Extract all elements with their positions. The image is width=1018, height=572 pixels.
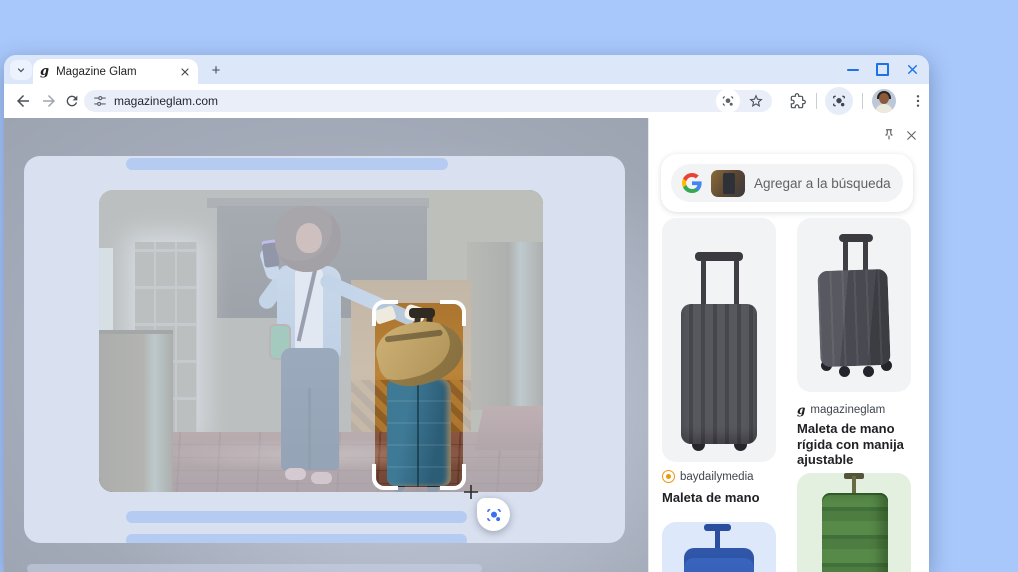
extensions-icon[interactable] bbox=[790, 93, 806, 109]
new-tab-button[interactable]: + bbox=[207, 61, 225, 79]
suitcase-pole bbox=[734, 260, 739, 310]
result-image-suitcase-front[interactable] bbox=[662, 218, 776, 462]
chevron-down-icon bbox=[17, 68, 25, 73]
kebab-menu-icon[interactable] bbox=[910, 93, 926, 109]
lens-search-card: Agregar a la búsqueda bbox=[661, 154, 913, 212]
result-source[interactable]: baydailymedia bbox=[662, 470, 754, 483]
magazine-photo[interactable] bbox=[99, 190, 543, 492]
selected-region-thumbnail bbox=[711, 169, 745, 197]
page-viewport bbox=[4, 118, 648, 572]
browser-toolbar: magazineglam.com bbox=[4, 84, 929, 118]
window-close-button[interactable] bbox=[906, 63, 919, 76]
tab-strip: g Magazine Glam + bbox=[4, 55, 929, 84]
suitcase-handle bbox=[839, 234, 873, 242]
tab-search-button[interactable] bbox=[10, 60, 32, 80]
suitcase-body bbox=[681, 304, 757, 444]
close-panel-button[interactable] bbox=[901, 125, 921, 145]
selection-corner-bracket[interactable] bbox=[372, 464, 398, 490]
woman-pants bbox=[281, 348, 339, 470]
tab-favicon-icon: g bbox=[40, 64, 50, 79]
search-placeholder: Agregar a la búsqueda bbox=[754, 175, 891, 191]
woman-shoe bbox=[285, 468, 306, 480]
profile-avatar[interactable] bbox=[872, 89, 896, 113]
suitcase-body bbox=[684, 548, 754, 572]
suitcase-pole bbox=[715, 530, 720, 550]
close-icon bbox=[906, 130, 916, 140]
result-source[interactable]: g magazineglam bbox=[797, 404, 885, 416]
back-icon[interactable] bbox=[14, 92, 32, 110]
pin-icon bbox=[885, 129, 893, 140]
avatar-face bbox=[879, 93, 889, 104]
result-image-suitcase-angled[interactable] bbox=[797, 218, 911, 392]
lens-side-panel: Agregar a la búsqueda baydailymedia Male… bbox=[648, 118, 929, 572]
address-bar[interactable]: magazineglam.com bbox=[84, 89, 772, 113]
browser-window: g Magazine Glam + magazineglam.com Agreg… bbox=[4, 55, 929, 572]
magazine-page-card bbox=[24, 156, 625, 543]
pin-panel-button[interactable] bbox=[879, 125, 899, 145]
avatar-shirt bbox=[875, 104, 893, 113]
result-title[interactable]: Maleta de mano bbox=[662, 490, 776, 506]
woman-face bbox=[296, 223, 322, 253]
photo-awning bbox=[474, 406, 543, 450]
google-g-logo bbox=[682, 173, 702, 193]
source-label: baydailymedia bbox=[680, 470, 754, 483]
url-text[interactable]: magazineglam.com bbox=[114, 94, 218, 108]
skeleton-text-bar bbox=[126, 511, 467, 523]
window-controls bbox=[847, 55, 919, 84]
tune-icon[interactable] bbox=[93, 94, 107, 108]
suitcase-pole bbox=[701, 260, 706, 310]
magazineglam-favicon-icon: g bbox=[797, 403, 806, 417]
tab-magazine-glam[interactable]: g Magazine Glam bbox=[33, 59, 198, 84]
dimmed-next-section bbox=[27, 564, 482, 572]
baydailymedia-favicon-icon bbox=[662, 470, 675, 483]
source-label: magazineglam bbox=[810, 404, 886, 416]
lens-fab-icon bbox=[486, 508, 501, 521]
lens-icon bbox=[722, 96, 734, 106]
result-image-suitcase-green[interactable] bbox=[797, 473, 911, 572]
lens-fab-button[interactable] bbox=[477, 498, 510, 531]
selection-corner-bracket[interactable] bbox=[372, 300, 398, 326]
reload-icon[interactable] bbox=[64, 93, 80, 109]
photo-woman bbox=[249, 206, 427, 492]
skeleton-text-bar bbox=[126, 534, 467, 543]
suitcase-body bbox=[817, 268, 891, 368]
bookmark-star-icon[interactable] bbox=[748, 93, 764, 109]
lens-toolbar-button[interactable] bbox=[825, 87, 853, 115]
result-title[interactable]: Maleta de mano rígida con manija ajustab… bbox=[797, 421, 915, 468]
crosshair-cursor bbox=[464, 485, 478, 499]
toolbar-divider bbox=[816, 93, 817, 109]
suitcase-wheel bbox=[863, 366, 874, 377]
lens-icon bbox=[833, 95, 845, 107]
lens-search-input[interactable]: Agregar a la búsqueda bbox=[671, 164, 903, 202]
toolbar-divider bbox=[862, 93, 863, 109]
browser-viewport: Agregar a la búsqueda baydailymedia Male… bbox=[4, 118, 929, 572]
photo-cabinet-left bbox=[99, 330, 173, 492]
result-image-suitcase-blue[interactable] bbox=[662, 522, 776, 572]
suitcase-body bbox=[822, 493, 888, 572]
woman-shoe bbox=[311, 472, 332, 484]
suitcase-wheel bbox=[839, 366, 850, 377]
minimize-button[interactable] bbox=[847, 68, 859, 71]
selection-corner-bracket[interactable] bbox=[440, 300, 466, 326]
tab-close-icon[interactable] bbox=[179, 66, 191, 78]
maximize-button[interactable] bbox=[876, 63, 889, 76]
photo-cabinet-right bbox=[467, 242, 543, 410]
lens-selection-region[interactable] bbox=[372, 300, 466, 490]
suitcase-pole bbox=[852, 476, 856, 494]
skeleton-header-bar bbox=[126, 158, 448, 170]
tab-title: Magazine Glam bbox=[56, 65, 137, 78]
omnibox-lens-button[interactable] bbox=[716, 89, 740, 113]
forward-icon[interactable] bbox=[40, 92, 58, 110]
